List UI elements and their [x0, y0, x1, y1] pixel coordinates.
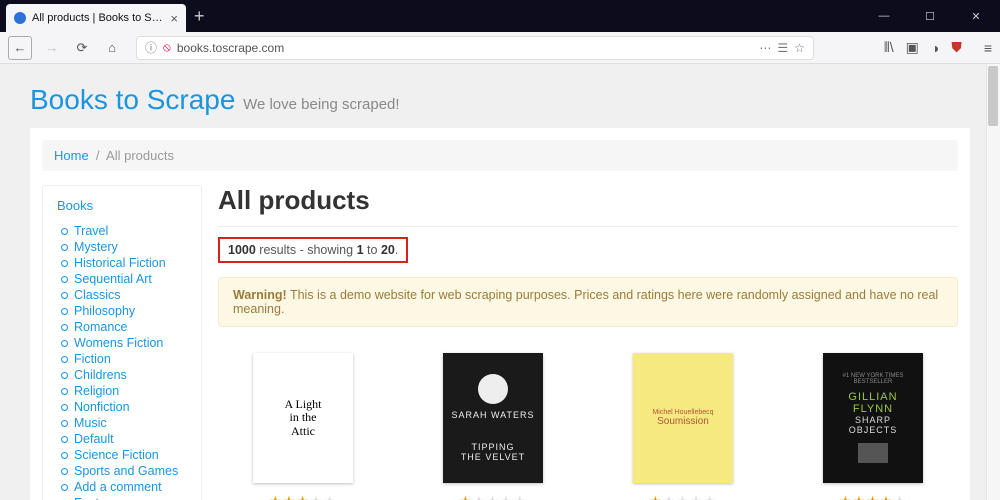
- page-title: All products: [218, 185, 958, 216]
- category-item: Music: [57, 415, 187, 431]
- category-item: Fiction: [57, 351, 187, 367]
- category-item: Default: [57, 431, 187, 447]
- app-menu-icon[interactable]: ≡: [984, 40, 992, 56]
- category-item: Mystery: [57, 239, 187, 255]
- product-card: A Lightin theAttic★★★★★A Light in the …: [238, 353, 368, 500]
- new-tab-button[interactable]: +: [186, 6, 213, 27]
- url-bar[interactable]: ⓘ ⦸ books.toscrape.com ⋯ ☰ ☆: [136, 36, 814, 60]
- browser-toolbar: ← → ⟳ ⌂ ⓘ ⦸ books.toscrape.com ⋯ ☰ ☆ ⫴\ …: [0, 32, 1000, 64]
- nav-forward-button[interactable]: →: [42, 38, 62, 58]
- category-link[interactable]: Mystery: [74, 240, 118, 254]
- category-item: Sports and Games: [57, 463, 187, 479]
- category-link[interactable]: Fantasy: [74, 496, 118, 500]
- product-rating: ★★★★★: [238, 493, 368, 500]
- product-card: SARAH WATERSTIPPINGTHE VELVET★★★★★Tippin…: [428, 353, 558, 500]
- category-item: Historical Fiction: [57, 255, 187, 271]
- browser-tab-strip: All products | Books to Scrape × + — ☐ ✕: [0, 0, 1000, 32]
- category-link[interactable]: Romance: [74, 320, 128, 334]
- category-link[interactable]: Classics: [74, 288, 121, 302]
- breadcrumb: Home / All products: [42, 140, 958, 171]
- url-text: books.toscrape.com: [177, 41, 753, 55]
- category-link[interactable]: Default: [74, 432, 114, 446]
- category-link[interactable]: Childrens: [74, 368, 127, 382]
- browser-tab-active[interactable]: All products | Books to Scrape ×: [6, 4, 186, 32]
- product-rating: ★★★★★: [618, 493, 748, 500]
- product-card: #1 NEW YORK TIMES BESTSELLERGILLIAN FLYN…: [808, 353, 938, 500]
- category-item: Sequential Art: [57, 271, 187, 287]
- category-link[interactable]: Nonfiction: [74, 400, 130, 414]
- product-card: Michel HouellebecqSoumission★★★★★Soumiss…: [618, 353, 748, 500]
- tab-title: All products | Books to Scrape: [32, 12, 164, 24]
- tab-favicon: [14, 12, 26, 24]
- category-link[interactable]: Fiction: [74, 352, 111, 366]
- scrollbar-thumb[interactable]: [988, 66, 998, 126]
- category-link[interactable]: Womens Fiction: [74, 336, 163, 350]
- bookmark-star-icon[interactable]: ☆: [794, 41, 805, 55]
- product-cover[interactable]: Michel HouellebecqSoumission: [633, 353, 733, 483]
- sidebar-toggle-icon[interactable]: ▣: [906, 39, 919, 56]
- category-item: Add a comment: [57, 479, 187, 495]
- results-summary: 1000 results - showing 1 to 20.: [218, 237, 408, 263]
- tab-close-icon[interactable]: ×: [170, 11, 178, 26]
- product-rating: ★★★★★: [428, 493, 558, 500]
- nav-home-button[interactable]: ⌂: [102, 38, 122, 58]
- category-item: Philosophy: [57, 303, 187, 319]
- sidebar-title[interactable]: Books: [57, 198, 187, 213]
- product-rating: ★★★★★: [808, 493, 938, 500]
- category-item: Nonfiction: [57, 399, 187, 415]
- category-link[interactable]: Music: [74, 416, 107, 430]
- category-item: Travel: [57, 223, 187, 239]
- window-close-button[interactable]: ✕: [962, 10, 990, 23]
- nav-back-button[interactable]: ←: [8, 36, 32, 60]
- insecure-icon: ⦸: [163, 40, 171, 55]
- vertical-scrollbar[interactable]: [986, 64, 1000, 500]
- nav-reload-button[interactable]: ⟳: [72, 38, 92, 58]
- category-item: Romance: [57, 319, 187, 335]
- category-link[interactable]: Religion: [74, 384, 119, 398]
- adblock-shield-icon[interactable]: ⛊: [951, 39, 962, 56]
- category-link[interactable]: Sequential Art: [74, 272, 152, 286]
- product-cover[interactable]: SARAH WATERSTIPPINGTHE VELVET: [443, 353, 543, 483]
- category-item: Science Fiction: [57, 447, 187, 463]
- account-icon[interactable]: ◑: [931, 40, 939, 56]
- reader-mode-icon[interactable]: ☰: [777, 41, 788, 55]
- category-link[interactable]: Philosophy: [74, 304, 135, 318]
- category-item: Womens Fiction: [57, 335, 187, 351]
- product-cover[interactable]: #1 NEW YORK TIMES BESTSELLERGILLIAN FLYN…: [823, 353, 923, 483]
- main-content: All products 1000 results - showing 1 to…: [218, 185, 958, 500]
- library-icon[interactable]: ⫴\: [884, 39, 894, 56]
- category-link[interactable]: Travel: [74, 224, 108, 238]
- warning-alert: Warning! This is a demo website for web …: [218, 277, 958, 327]
- window-minimize-button[interactable]: —: [870, 10, 898, 22]
- category-link[interactable]: Historical Fiction: [74, 256, 166, 270]
- category-item: Fantasy: [57, 495, 187, 500]
- site-header: Books to Scrape We love being scraped!: [30, 84, 970, 116]
- product-cover[interactable]: A Lightin theAttic: [253, 353, 353, 483]
- page-viewport: Books to Scrape We love being scraped! H…: [0, 64, 1000, 500]
- window-maximize-button[interactable]: ☐: [916, 10, 944, 23]
- site-info-icon[interactable]: ⓘ: [145, 39, 157, 56]
- category-sidebar: Books Travel Mystery Historical Fiction Seq…: [42, 185, 202, 500]
- category-item: Classics: [57, 287, 187, 303]
- site-brand-link[interactable]: Books to Scrape: [30, 84, 235, 115]
- more-url-icon[interactable]: ⋯: [759, 41, 771, 55]
- category-item: Childrens: [57, 367, 187, 383]
- breadcrumb-current: All products: [106, 148, 174, 163]
- category-link[interactable]: Add a comment: [74, 480, 162, 494]
- category-link[interactable]: Sports and Games: [74, 464, 178, 478]
- category-item: Religion: [57, 383, 187, 399]
- category-link[interactable]: Science Fiction: [74, 448, 159, 462]
- breadcrumb-home-link[interactable]: Home: [54, 148, 89, 163]
- site-tagline: We love being scraped!: [243, 96, 399, 113]
